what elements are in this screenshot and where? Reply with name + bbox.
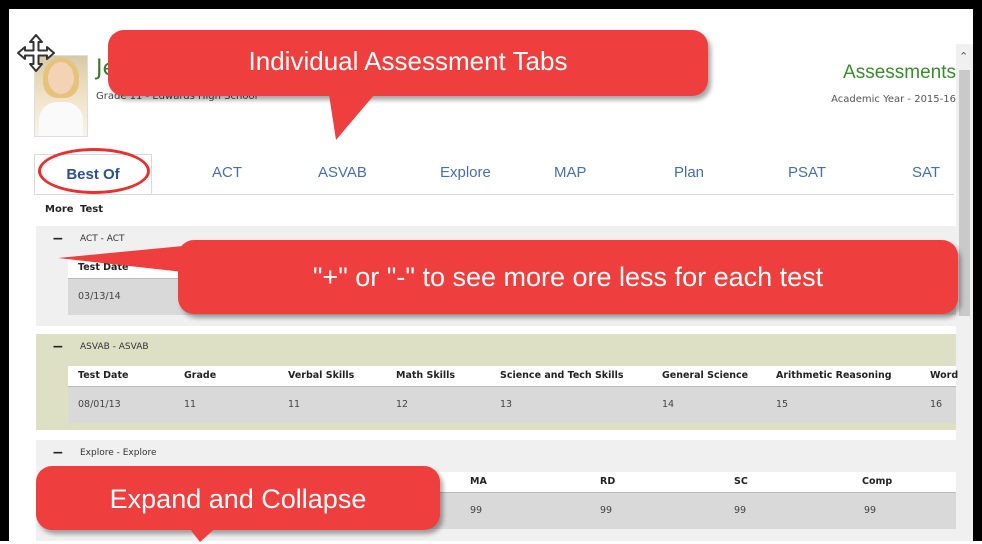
asvab-table: Test Date Grade Verbal Skills Math Skill…	[68, 366, 959, 423]
header-grade: Grade	[184, 370, 217, 381]
callout-expand-collapse: Expand and Collapse	[36, 466, 440, 542]
table-row: 08/01/13 11 11 12 13 14 15 16	[68, 387, 956, 423]
callout-text: Expand and Collapse	[109, 484, 367, 514]
cell-grade: 11	[184, 399, 197, 410]
cell-general-science: 14	[662, 399, 675, 410]
section-name: ASVAB - ASVAB	[80, 342, 149, 352]
cell-comp: 99	[864, 505, 877, 516]
cell-rd: 99	[600, 505, 613, 516]
cell-verbal-skills: 11	[288, 399, 301, 410]
header-science-tech-skills: Science and Tech Skills	[500, 370, 624, 381]
table-header: Test Date Grade Verbal Skills Math Skill…	[68, 366, 959, 387]
tab-sat[interactable]: SAT	[912, 164, 940, 181]
callout-individual-tabs: Individual Assessment Tabs	[108, 30, 708, 140]
tab-explore[interactable]: Explore	[440, 164, 491, 181]
callout-text: Individual Assessment Tabs	[248, 46, 568, 76]
move-cursor-icon	[17, 34, 55, 72]
section-header: − ASVAB - ASVAB	[36, 334, 956, 362]
header-word: Word	[930, 370, 959, 381]
tab-act[interactable]: ACT	[212, 164, 242, 181]
tab-psat[interactable]: PSAT	[788, 164, 826, 181]
callout-text: "+" or "-" to see more ore less for each…	[312, 262, 824, 292]
collapse-toggle[interactable]: −	[52, 445, 64, 461]
academic-year: Academic Year - 2015-16	[831, 94, 956, 105]
cell-arithmetic-reasoning: 15	[776, 399, 789, 410]
page-title: Assessments	[843, 62, 956, 83]
header-math-skills: Math Skills	[396, 370, 456, 381]
collapse-toggle[interactable]: −	[52, 231, 64, 247]
scrollbar-thumb[interactable]	[959, 70, 970, 316]
assessment-tabs: Best Of ACT ASVAB Explore MAP Plan PSAT …	[34, 154, 954, 195]
cell-test-date: 03/13/14	[78, 291, 121, 302]
header-verbal-skills: Verbal Skills	[288, 370, 355, 381]
collapse-toggle[interactable]: −	[52, 339, 64, 355]
tab-asvab[interactable]: ASVAB	[318, 164, 367, 181]
tab-best-of[interactable]: Best Of	[34, 154, 152, 194]
callout-pointer	[328, 88, 380, 140]
header-general-science: General Science	[662, 370, 749, 381]
cell-ma: 99	[470, 505, 483, 516]
section-header: − Explore - Explore	[36, 440, 956, 468]
header-ma: MA	[470, 476, 487, 487]
header-test-date: Test Date	[78, 370, 129, 381]
scroll-up-icon[interactable]: ⌃	[959, 50, 968, 63]
header-rd: RD	[600, 476, 616, 487]
vertical-scrollbar[interactable]: ⌃	[956, 44, 973, 541]
callout-pointer	[58, 246, 183, 272]
header-arithmetic-reasoning: Arithmetic Reasoning	[776, 370, 892, 381]
cell-sc: 99	[734, 505, 747, 516]
callout-pointer	[186, 524, 220, 542]
header-comp: Comp	[862, 476, 893, 487]
column-test: Test	[80, 204, 104, 215]
header-sc: SC	[734, 476, 748, 487]
cell-science-tech-skills: 13	[500, 399, 513, 410]
callout-more-less: "+" or "-" to see more ore less for each…	[58, 240, 958, 314]
tab-plan[interactable]: Plan	[674, 164, 704, 181]
section-name: Explore - Explore	[80, 448, 157, 458]
cell-test-date: 08/01/13	[78, 399, 121, 410]
section-asvab: − ASVAB - ASVAB Test Date Grade Verbal S…	[36, 334, 959, 430]
cell-math-skills: 12	[396, 399, 409, 410]
tab-map[interactable]: MAP	[554, 164, 587, 181]
cell-word: 16	[930, 399, 943, 410]
section-name: ACT - ACT	[80, 234, 125, 244]
column-more: More	[45, 204, 74, 215]
